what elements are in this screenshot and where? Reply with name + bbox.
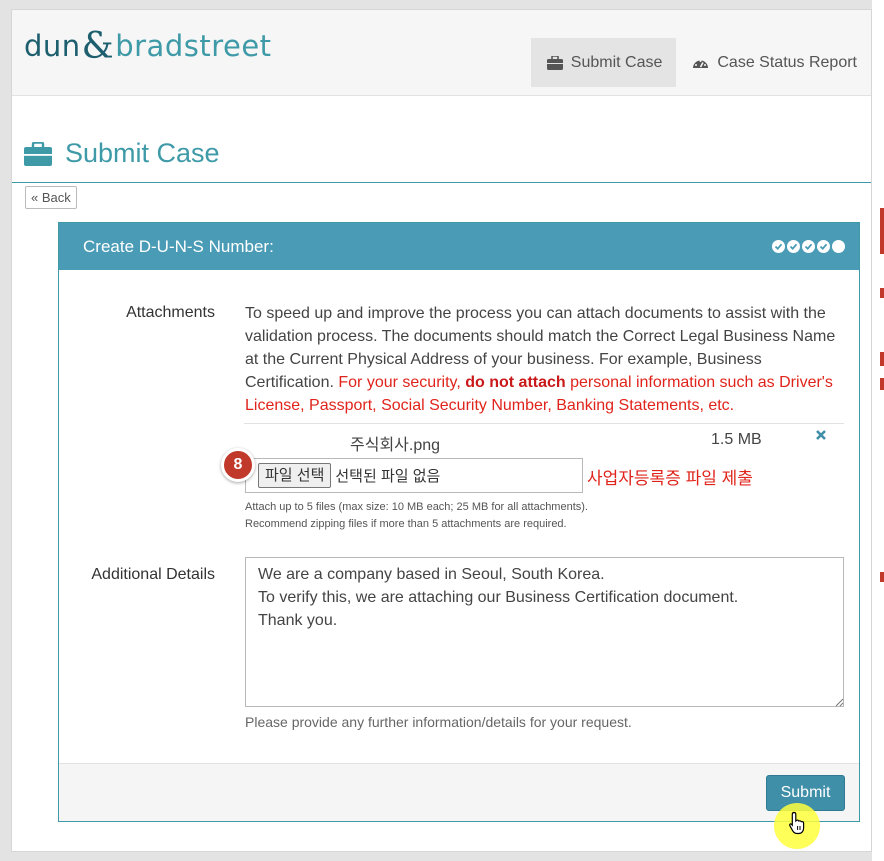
page-heading: Submit Case [65, 138, 220, 168]
browser-frame: dun&bradstreet Submit Case Case Status R… [11, 9, 872, 852]
check-circle-icon [802, 240, 815, 253]
circle-icon [832, 240, 845, 253]
check-circle-icon [772, 240, 785, 253]
briefcase-icon [24, 141, 52, 166]
check-circle-icon [787, 240, 800, 253]
attached-file-name: 주식회사.png [350, 437, 441, 454]
briefcase-icon [546, 55, 563, 70]
nav-submit-case-label: Submit Case [570, 53, 663, 71]
attachment-hint: Attach up to 5 files (max size: 10 MB ea… [245, 501, 588, 530]
additional-details-label: Additional Details [91, 566, 215, 583]
top-navbar: dun&bradstreet Submit Case Case Status R… [12, 10, 871, 96]
hand-pointer-icon [789, 811, 805, 835]
details-help-text: Please provide any further information/d… [245, 714, 632, 730]
close-icon[interactable] [815, 428, 827, 442]
attached-file-row: 주식회사.png 1.5 MB [244, 423, 844, 454]
additional-details-textarea[interactable]: We are a company based in Seoul, South K… [245, 557, 844, 707]
check-circle-icon [817, 240, 830, 253]
file-input-status: 선택된 파일 없음 [335, 468, 441, 485]
progress-steps [770, 240, 845, 253]
attachments-label: Attachments [126, 304, 215, 321]
nav-submit-case[interactable]: Submit Case [530, 38, 677, 87]
title-divider [12, 182, 871, 183]
file-upload-input[interactable]: 파일 선택 선택된 파일 없음 [245, 458, 583, 493]
resize-handle-icon[interactable] [834, 697, 844, 707]
nav-case-status-report[interactable]: Case Status Report [676, 38, 871, 87]
back-button[interactable]: « Back [25, 186, 77, 209]
annotation-note: 사업자등록증 파일 제출 [587, 469, 753, 488]
dnb-logo[interactable]: dun&bradstreet [24, 24, 272, 67]
choose-file-button[interactable]: 파일 선택 [258, 463, 332, 488]
adjacent-page-edge [872, 0, 884, 861]
attachments-instructions: To speed up and improve the process you … [245, 305, 836, 414]
nav-case-status-label: Case Status Report [717, 53, 857, 71]
create-duns-panel: Create D-U-N-S Number: Attachments To sp… [58, 222, 860, 822]
security-warning: For your security, do not attach persona… [245, 374, 833, 414]
attached-file-size: 1.5 MB [711, 431, 762, 448]
panel-header: Create D-U-N-S Number: [59, 223, 859, 270]
annotation-step-badge: 8 [221, 448, 255, 482]
page-title: Submit Case [24, 138, 220, 169]
dashboard-icon [693, 59, 709, 68]
panel-footer: Submit [59, 763, 859, 821]
main-nav: Submit Case Case Status Report [530, 38, 871, 87]
panel-title: Create D-U-N-S Number: [83, 236, 274, 256]
